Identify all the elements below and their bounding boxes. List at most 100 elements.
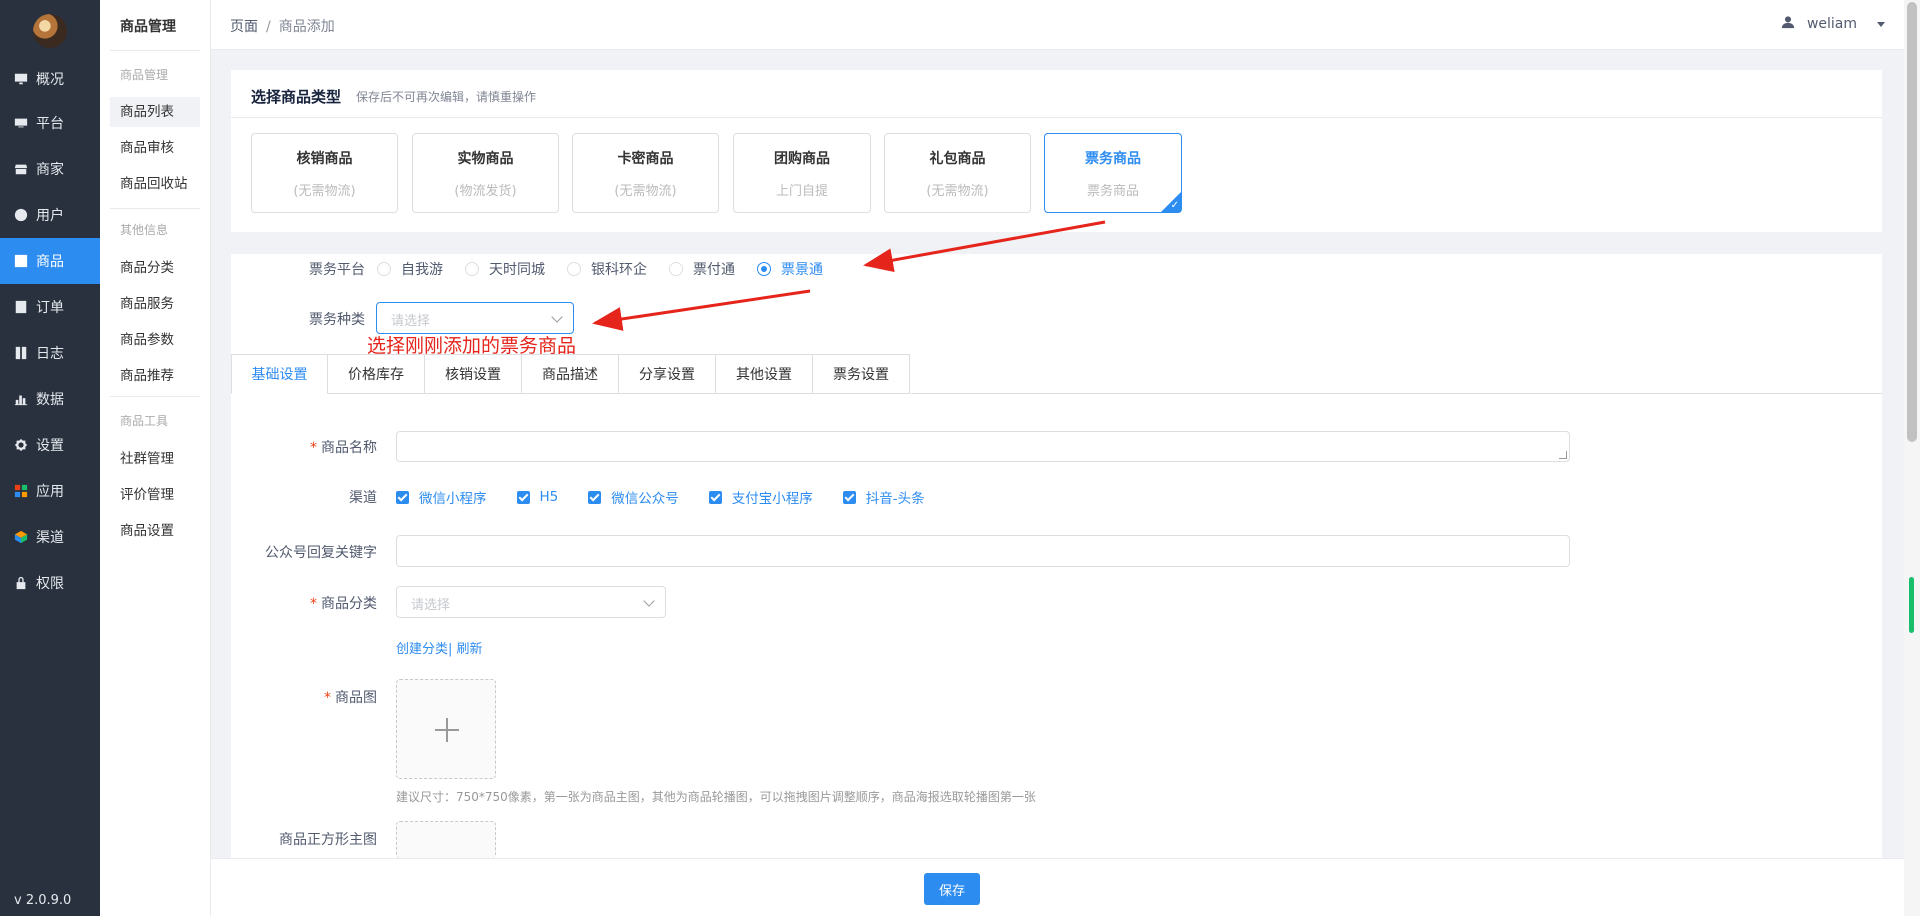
vertical-scrollbar[interactable] — [1904, 0, 1920, 916]
sub-item-goods-settings[interactable]: 商品设置 — [110, 516, 200, 546]
label-text: 商品图 — [335, 690, 377, 706]
sidebar-item-goods[interactable]: 商品 — [0, 238, 100, 284]
sub-menu-group: 商品工具 — [120, 414, 169, 428]
radio-yinke[interactable]: 银科环企 — [567, 259, 647, 279]
logo[interactable] — [33, 14, 67, 48]
sidebar-item-order[interactable]: 订单 — [0, 284, 100, 330]
sub-menu: 商品管理 商品管理 商品列表 商品审核 商品回收站 其他信息 商品分类 商品服务… — [100, 0, 211, 916]
sidebar-item-label: 平台 — [36, 116, 64, 132]
checkbox-alipay-mini[interactable]: 支付宝小程序 — [708, 487, 813, 507]
desktop-icon — [14, 116, 28, 130]
tab-share[interactable]: 分享设置 — [619, 354, 716, 394]
radio-label: 自我游 — [401, 262, 443, 278]
divider — [110, 208, 200, 209]
type-name: 票务商品 — [1085, 151, 1141, 167]
checkbox-label: 支付宝小程序 — [731, 491, 813, 507]
radio-piaojingtong[interactable]: 票景通 — [757, 259, 823, 279]
user-menu[interactable]: weliam — [1781, 15, 1885, 33]
radio-ziwoyou[interactable]: 自我游 — [377, 259, 443, 279]
resize-handle[interactable] — [1559, 451, 1567, 459]
tab-price-stock[interactable]: 价格库存 — [328, 354, 425, 394]
breadcrumb-item[interactable]: 页面 — [230, 19, 258, 35]
radio-piaofutong[interactable]: 票付通 — [669, 259, 735, 279]
square-image-upload[interactable] — [396, 821, 496, 858]
link-separator: | — [448, 642, 453, 657]
goods-type-card: 选择商品类型 保存后不可再次编辑，请慎重操作 核销商品 (无需物流) 实物商品 … — [231, 70, 1882, 232]
checkbox-label: 微信公众号 — [611, 491, 679, 507]
select-placeholder: 请选择 — [411, 598, 451, 613]
sidebar-item-permission[interactable]: 权限 — [0, 560, 100, 606]
apps-icon — [14, 484, 28, 498]
type-option-physical[interactable]: 实物商品 (物流发货) — [412, 133, 559, 213]
top-header: 页面 / 商品添加 weliam — [211, 0, 1905, 50]
checkbox-wechat-official[interactable]: 微信公众号 — [588, 487, 679, 507]
sidebar-item-label: 设置 — [36, 438, 64, 454]
type-option-card[interactable]: 卡密商品 (无需物流) — [572, 133, 719, 213]
checkbox-douyin[interactable]: 抖音-头条 — [842, 487, 925, 507]
sidebar-item-apps[interactable]: 应用 — [0, 468, 100, 514]
checkbox-box — [588, 490, 602, 504]
sub-item-goods-recycle[interactable]: 商品回收站 — [110, 169, 200, 199]
sidebar-item-settings[interactable]: 设置 — [0, 422, 100, 468]
radio-tianshi[interactable]: 天时同城 — [465, 259, 545, 279]
sidebar-item-merchant[interactable]: 商家 — [0, 146, 100, 192]
type-sub: (物流发货) — [454, 184, 517, 199]
category-links: 创建分类| 刷新 — [396, 638, 483, 657]
select-placeholder: 请选择 — [391, 314, 431, 329]
sidebar-item-platform[interactable]: 平台 — [0, 100, 100, 146]
sidebar-item-overview[interactable]: 概况 — [0, 56, 100, 102]
category-label: * 商品分类 — [250, 593, 377, 613]
required-mark: * — [310, 440, 317, 456]
sub-menu-group: 商品管理 — [120, 68, 169, 82]
breadcrumb: 页面 / 商品添加 — [230, 16, 335, 36]
divider — [110, 50, 200, 51]
checkbox-wechat-mini[interactable]: 微信小程序 — [396, 487, 487, 507]
checkbox-h5[interactable]: H5 — [516, 489, 558, 505]
radio-circle — [669, 262, 683, 276]
sub-item-goods-audit[interactable]: 商品审核 — [110, 133, 200, 163]
checkbox-box — [708, 490, 722, 504]
tab-verify[interactable]: 核销设置 — [425, 354, 522, 394]
sidebar-item-label: 应用 — [36, 484, 64, 500]
category-select[interactable]: 请选择 — [396, 586, 666, 618]
sidebar-item-log[interactable]: 日志 — [0, 330, 100, 376]
ticket-kind-label: 票务种类 — [309, 312, 365, 328]
type-name: 实物商品 — [457, 151, 514, 167]
sub-item-reviews[interactable]: 评价管理 — [110, 480, 200, 510]
type-option-groupbuy[interactable]: 团购商品 上门自提 — [733, 133, 871, 213]
card-note: 保存后不可再次编辑，请慎重操作 — [356, 90, 537, 104]
sidebar-item-data[interactable]: 数据 — [0, 376, 100, 422]
sidebar-item-user[interactable]: 用户 — [0, 192, 100, 238]
tab-ticket[interactable]: 票务设置 — [813, 354, 910, 394]
required-mark: * — [310, 596, 317, 612]
checkbox-box — [516, 490, 530, 504]
sidebar-item-label: 订单 — [36, 300, 64, 316]
keyword-input[interactable] — [396, 535, 1570, 567]
sub-item-category[interactable]: 商品分类 — [110, 253, 200, 283]
ticket-kind-select[interactable]: 请选择 — [376, 302, 574, 334]
scrollbar-thumb[interactable] — [1907, 2, 1917, 442]
radio-label: 票景通 — [781, 262, 823, 278]
sub-item-community[interactable]: 社群管理 — [110, 444, 200, 474]
type-option-giftpack[interactable]: 礼包商品 (无需物流) — [884, 133, 1031, 213]
sub-item-service[interactable]: 商品服务 — [110, 289, 200, 319]
sidebar-item-channel[interactable]: 渠道 — [0, 514, 100, 560]
image-upload[interactable] — [396, 679, 496, 779]
goods-image-label: * 商品图 — [250, 687, 377, 707]
save-button[interactable]: 保存 — [924, 873, 980, 905]
form-tabs: 基础设置 价格库存 核销设置 商品描述 分享设置 其他设置 票务设置 — [231, 354, 910, 394]
version-label: v 2.0.9.0 — [14, 893, 72, 908]
store-icon — [14, 162, 28, 176]
create-category-link[interactable]: 创建分类 — [396, 642, 448, 657]
type-option-verify[interactable]: 核销商品 (无需物流) — [251, 133, 398, 213]
sub-item-goods-list[interactable]: 商品列表 — [110, 97, 200, 127]
type-option-ticket[interactable]: 票务商品 票务商品 ✓ — [1044, 133, 1182, 213]
goods-name-textarea[interactable] — [396, 431, 1570, 462]
sub-item-recommend[interactable]: 商品推荐 — [110, 361, 200, 391]
user-icon — [1781, 15, 1807, 33]
tab-basic[interactable]: 基础设置 — [231, 354, 328, 394]
tab-description[interactable]: 商品描述 — [522, 354, 619, 394]
refresh-link[interactable]: 刷新 — [457, 642, 483, 657]
sub-item-params[interactable]: 商品参数 — [110, 325, 200, 355]
tab-other[interactable]: 其他设置 — [716, 354, 813, 394]
